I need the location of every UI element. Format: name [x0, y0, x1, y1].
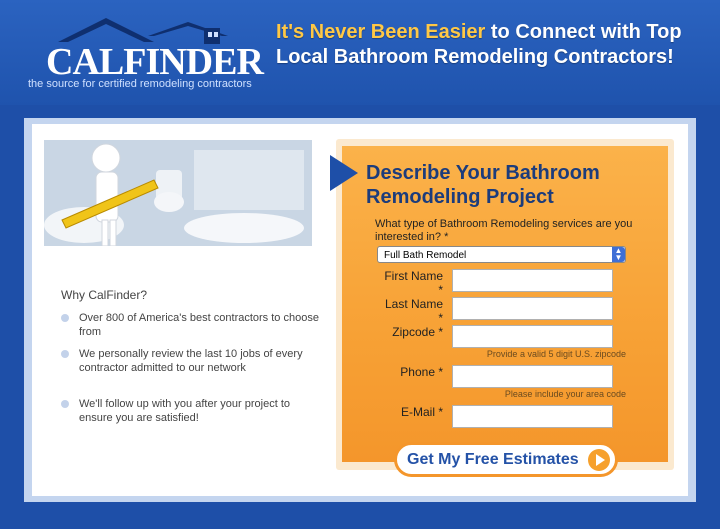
bullet-icon: [61, 350, 69, 358]
bullet-icon: [61, 400, 69, 408]
form-title: Describe Your Bathroom Remodeling Projec…: [366, 162, 600, 208]
calfinder-logo[interactable]: CALFINDER the source for certified remod…: [28, 14, 268, 94]
tagline: the source for certified remodeling cont…: [28, 78, 252, 90]
bathroom-illustration: [44, 140, 312, 246]
last-name-input[interactable]: [452, 297, 613, 320]
zipcode-input[interactable]: [452, 325, 613, 348]
select-arrows-icon[interactable]: ▲ ▼: [612, 247, 625, 262]
service-select[interactable]: Full Bath Remodel ▲ ▼: [377, 246, 626, 263]
service-select-value: Full Bath Remodel: [384, 250, 467, 261]
bullet-icon: [61, 314, 69, 322]
zipcode-label: Zipcode *: [392, 325, 443, 339]
email-label: E-Mail *: [400, 405, 443, 419]
last-name-label: Last Name *: [384, 297, 443, 325]
get-estimates-button[interactable]: Get My Free Estimates: [394, 442, 618, 477]
phone-input[interactable]: [452, 365, 613, 388]
why-title: Why CalFinder?: [61, 288, 148, 302]
benefit-item: We personally review the last 10 jobs of…: [61, 347, 319, 375]
service-question: What type of Bathroom Remodeling service…: [375, 218, 633, 243]
headline: It's Never Been Easier to Connect with T…: [276, 20, 706, 70]
bathroom-photo: [44, 140, 312, 246]
zipcode-hint: Provide a valid 5 digit U.S. zipcode: [486, 349, 626, 359]
phone-label: Phone *: [400, 365, 443, 379]
play-arrow-icon: [588, 449, 610, 471]
phone-hint: Please include your area code: [504, 389, 626, 399]
first-name-input[interactable]: [452, 269, 613, 292]
first-name-label: First Name *: [384, 269, 443, 297]
headline-highlight: It's Never Been Easier: [276, 21, 486, 43]
benefit-item: Over 800 of America's best contractors t…: [61, 311, 319, 339]
get-estimates-label: Get My Free Estimates: [407, 451, 579, 468]
pointer-arrow-icon: [330, 155, 358, 191]
benefit-item: We'll follow up with you after your proj…: [61, 397, 319, 425]
page-header: CALFINDER the source for certified remod…: [0, 0, 720, 105]
email-input[interactable]: [452, 405, 613, 428]
